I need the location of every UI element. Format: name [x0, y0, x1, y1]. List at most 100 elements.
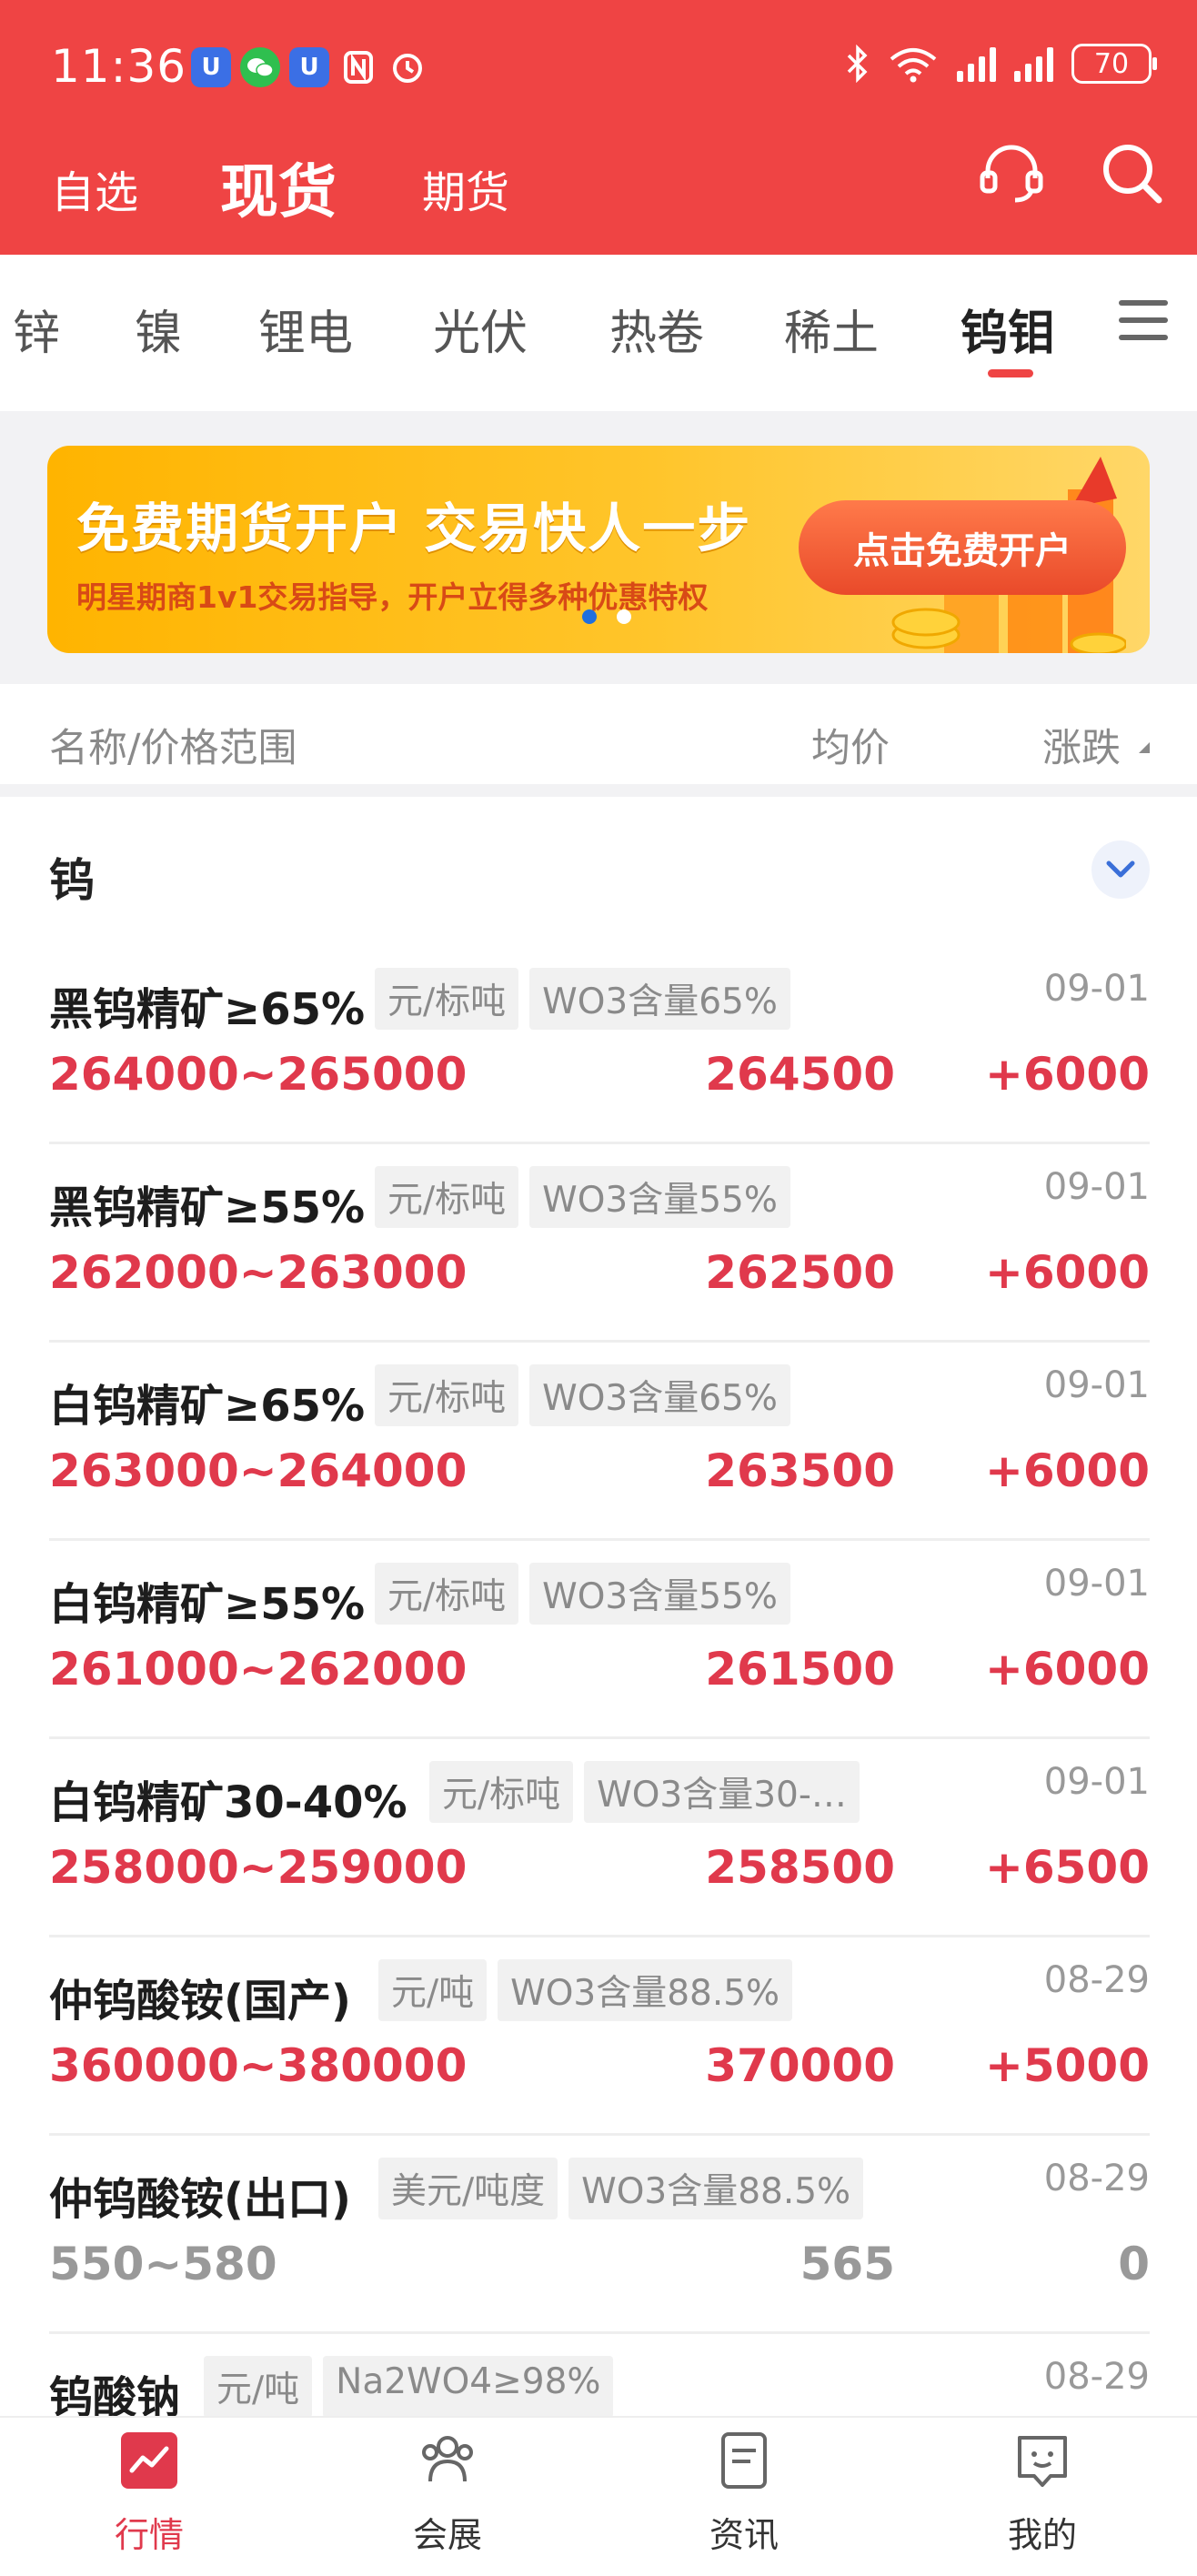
category-zinc[interactable]: 锌 [13, 295, 60, 363]
price-range: 261000~262000 [49, 1643, 468, 1696]
nav-exhibition-label: 会展 [412, 2515, 482, 2555]
group-title: 钨 [49, 854, 95, 907]
unit-tag: 元/标吨 [375, 1364, 519, 1426]
group-header[interactable]: 钨 [0, 810, 1197, 946]
product-tags: 美元/吨度 WO3含量88.5% [378, 2158, 864, 2219]
price-change: +6000 [984, 1643, 1150, 1696]
price-date: 09-01 [1043, 1364, 1150, 1406]
price-range: 262000~263000 [49, 1246, 468, 1299]
nav-market[interactable]: 行情 [58, 2430, 240, 2557]
banner-title: 免费期货开户 交易快人一步 [76, 498, 752, 559]
spec-tag: WO3含量30-… [584, 1761, 860, 1823]
price-row[interactable]: 仲钨酸铵(国产) 元/吨 WO3含量88.5% 08-29 360000~380000 3… [49, 1937, 1150, 2136]
price-range: 550~580 [49, 2238, 277, 2290]
category-photovoltaic[interactable]: 光伏 [433, 295, 528, 363]
price-row[interactable]: 白钨精矿30-40% 元/标吨 WO3含量30-… 09-01 258000~25900… [49, 1739, 1150, 1937]
spec-tag: WO3含量65% [529, 968, 790, 1030]
price-row[interactable]: 黑钨精矿≥55% 元/标吨 WO3含量55% 09-01 262000~263000 26… [49, 1144, 1150, 1343]
collapse-button[interactable] [1091, 840, 1150, 899]
spec-tag: WO3含量55% [529, 1563, 790, 1625]
active-category-indicator [988, 369, 1033, 377]
nav-profile-label: 我的 [1007, 2515, 1077, 2555]
price-date: 09-01 [1043, 1761, 1150, 1803]
price-row[interactable]: 仲钨酸铵(出口) 美元/吨度 WO3含量88.5% 08-29 550~580 565 0 [49, 2136, 1150, 2334]
avg-price: 262500 [705, 1246, 895, 1299]
price-change: +6000 [984, 1444, 1150, 1497]
price-range: 360000~380000 [49, 2039, 468, 2092]
menu-icon[interactable] [1119, 300, 1168, 349]
product-tags: 元/标吨 WO3含量55% [375, 1166, 790, 1228]
chevron-down-icon [1106, 860, 1135, 878]
price-change: +5000 [984, 2039, 1150, 2092]
notification-icons: U U [191, 47, 428, 87]
price-row[interactable]: 白钨精矿≥55% 元/标吨 WO3含量55% 09-01 261000~262000 26… [49, 1541, 1150, 1739]
product-tags: 元/吨 Na2WO4≥98% [204, 2356, 614, 2418]
nav-exhibition[interactable]: 会展 [357, 2430, 538, 2557]
price-change: 0 [1118, 2238, 1150, 2290]
category-rare-earth[interactable]: 稀土 [784, 295, 879, 363]
wifi-icon [890, 48, 937, 83]
avg-price: 263500 [705, 1444, 895, 1497]
app-header: 11:36 U U 70 自选 现货 期货 [0, 0, 1197, 255]
headset-icon [980, 145, 1043, 203]
column-change[interactable]: 涨跌 [1042, 717, 1121, 773]
price-date: 09-01 [1043, 1166, 1150, 1208]
bottom-nav: 行情 会展 资讯 我的 [0, 2416, 1197, 2576]
promo-banner[interactable]: 免费期货开户 交易快人一步 明星期商1v1交易指导，开户立得多种优惠特权 点击免… [47, 446, 1150, 653]
product-tags: 元/标吨 WO3含量30-… [429, 1761, 860, 1823]
avg-price: 370000 [705, 2039, 895, 2092]
carousel-dot [617, 609, 631, 624]
signal-icon [957, 45, 996, 82]
category-tungsten-molybdenum[interactable]: 钨钼 [961, 295, 1055, 363]
category-lithium[interactable]: 锂电 [258, 295, 353, 363]
category-nickel[interactable]: 镍 [135, 295, 182, 363]
avg-price: 264500 [705, 1048, 895, 1101]
category-hot-coil[interactable]: 热卷 [609, 295, 704, 363]
nav-market-label: 行情 [114, 2515, 184, 2555]
search-button[interactable] [1095, 136, 1168, 209]
avg-price: 261500 [705, 1643, 895, 1696]
alarm-icon [387, 47, 428, 87]
battery-icon: 70 [1071, 44, 1157, 84]
column-avg[interactable]: 均价 [811, 717, 890, 773]
column-header: 名称/价格范围 均价 涨跌 [0, 684, 1197, 797]
price-range: 264000~265000 [49, 1048, 468, 1101]
app-notification-icon-2: U [289, 47, 329, 87]
bluetooth-icon [847, 45, 868, 83]
customer-service-button[interactable] [975, 136, 1048, 209]
spec-tag: Na2WO4≥98% [323, 2356, 614, 2418]
tab-futures[interactable]: 期货 [422, 156, 509, 220]
product-tags: 元/吨 WO3含量88.5% [378, 1959, 793, 2021]
profile-icon [1018, 2436, 1067, 2487]
unit-tag: 元/吨 [204, 2356, 313, 2418]
avg-price: 565 [800, 2238, 895, 2290]
price-date: 08-29 [1043, 2356, 1150, 2398]
unit-tag: 元/标吨 [429, 1761, 574, 1823]
unit-tag: 元/标吨 [375, 968, 519, 1030]
open-account-button[interactable]: 点击免费开户 [799, 500, 1126, 595]
price-range: 263000~264000 [49, 1444, 468, 1497]
price-change: +6000 [984, 1048, 1150, 1101]
price-change: +6500 [984, 1841, 1150, 1894]
avg-price: 258500 [705, 1841, 895, 1894]
sort-triangle-icon [1139, 742, 1150, 753]
product-tags: 元/标吨 WO3含量65% [375, 968, 790, 1030]
nav-news[interactable]: 资讯 [653, 2430, 835, 2557]
tab-watchlist[interactable]: 自选 [51, 156, 138, 220]
price-date: 08-29 [1043, 1959, 1150, 2001]
product-tags: 元/标吨 WO3含量55% [375, 1563, 790, 1625]
nav-news-label: 资讯 [709, 2515, 779, 2555]
people-icon [422, 2436, 473, 2482]
nav-profile[interactable]: 我的 [951, 2430, 1133, 2557]
column-name[interactable]: 名称/价格范围 [49, 717, 297, 773]
tab-spot[interactable]: 现货 [220, 146, 337, 229]
status-time: 11:36 [51, 40, 187, 93]
signal-icon-2 [1014, 45, 1053, 82]
product-name: 仲钨酸铵(国产) [49, 1976, 351, 2027]
unit-tag: 元/标吨 [375, 1563, 519, 1625]
price-change: +6000 [984, 1246, 1150, 1299]
category-tabs: 锌 镍 锂电 光伏 热卷 稀土 钨钼 [0, 255, 1197, 411]
price-row[interactable]: 白钨精矿≥65% 元/标吨 WO3含量65% 09-01 263000~264000 26… [49, 1343, 1150, 1541]
spec-tag: WO3含量55% [529, 1166, 790, 1228]
price-row[interactable]: 黑钨精矿≥65% 元/标吨 WO3含量65% 09-01 264000~265000 26… [49, 946, 1150, 1144]
